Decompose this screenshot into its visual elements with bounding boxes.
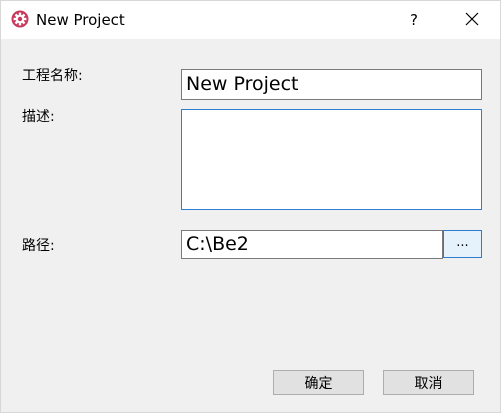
browse-button[interactable]: ... [443, 230, 482, 258]
path-label: 路径: [22, 238, 55, 254]
new-project-dialog: New Project ? 工程名称: New Project 描述: 路径: … [0, 0, 501, 413]
project-name-label: 工程名称: [22, 68, 83, 84]
close-button[interactable] [453, 1, 491, 39]
cancel-button[interactable]: 取消 [383, 370, 474, 395]
description-label: 描述: [22, 109, 55, 125]
description-textarea[interactable] [181, 109, 482, 210]
help-button[interactable]: ? [395, 1, 433, 39]
app-gear-icon [11, 10, 29, 28]
close-icon [465, 11, 479, 30]
window-title: New Project [36, 11, 125, 29]
ok-button[interactable]: 确定 [273, 370, 364, 395]
project-name-input[interactable]: New Project [181, 69, 482, 100]
path-input[interactable]: C:\Be2 [181, 230, 443, 259]
title-bar[interactable]: New Project ? [1, 1, 500, 39]
